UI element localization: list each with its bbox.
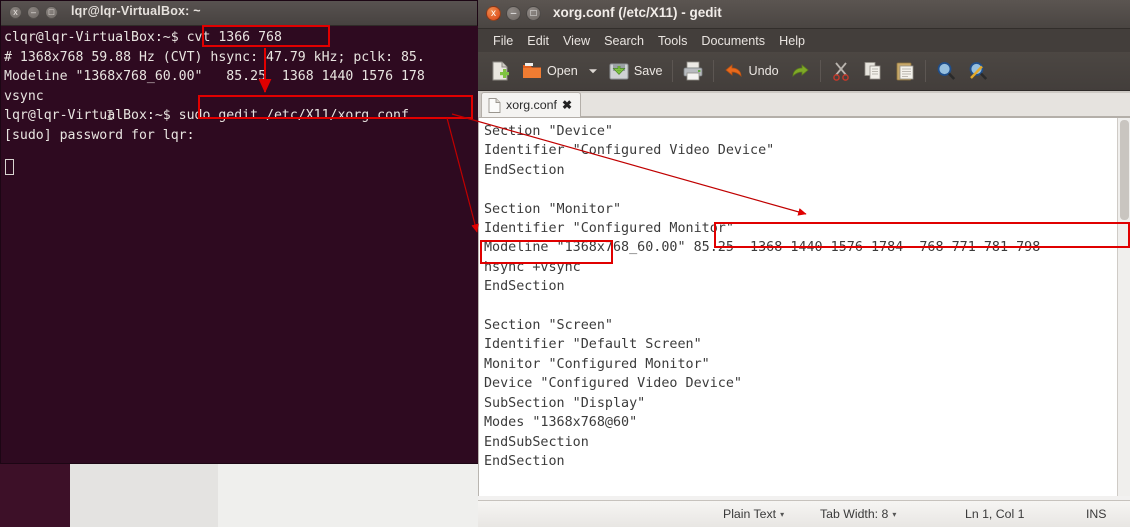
statusbar-language-label: Plain Text [723, 507, 777, 521]
save-icon [609, 63, 629, 80]
cut-icon [832, 62, 849, 81]
gedit-scrollbar-thumb[interactable] [1120, 120, 1129, 220]
undo-button-label: Undo [748, 64, 779, 78]
toolbar-separator-3 [819, 60, 821, 82]
copy-icon [864, 62, 881, 80]
terminal-titlebar[interactable]: x – □ lqr@lqr-VirtualBox: ~ [1, 1, 477, 26]
close-icon: x [491, 8, 496, 19]
replace-button[interactable] [962, 53, 994, 89]
chevron-down-icon: ▾ [892, 509, 897, 519]
gedit-minimize-button[interactable]: – [506, 6, 521, 21]
new-document-icon [492, 61, 509, 81]
gedit-maximize-button[interactable]: □ [526, 6, 541, 21]
menu-view[interactable]: View [556, 32, 597, 50]
cut-button[interactable] [825, 53, 857, 89]
terminal-output-text: clqr@lqr-VirtualBox:~$ cvt 1366 768 # 13… [4, 30, 425, 143]
save-button-label: Save [633, 64, 663, 78]
terminal-cursor [5, 159, 14, 175]
open-folder-icon [523, 63, 541, 78]
gedit-editor-area[interactable]: Section "Device" Identifier "Configured … [478, 118, 1130, 496]
maximize-icon: □ [48, 7, 55, 17]
print-button[interactable] [677, 53, 709, 89]
save-button[interactable]: Save [603, 53, 668, 89]
menu-search[interactable]: Search [597, 32, 651, 50]
statusbar-position-label: Ln 1, Col 1 [965, 507, 1025, 521]
paste-button[interactable] [889, 53, 921, 89]
statusbar-tab-width-selector[interactable]: Tab Width: 8 ▾ [820, 507, 896, 521]
menu-documents[interactable]: Documents [694, 32, 772, 50]
chevron-down-icon [588, 69, 597, 74]
undo-button[interactable]: Undo [718, 53, 784, 89]
gedit-tabbar[interactable]: xorg.conf ✖ [478, 91, 1130, 118]
toolbar-separator-4 [924, 60, 926, 82]
gedit-titlebar[interactable]: x – □ xorg.conf (/etc/X11) - gedit [478, 0, 1130, 29]
open-button-label: Open [547, 64, 578, 78]
menu-file[interactable]: File [486, 32, 520, 50]
gedit-window[interactable]: x – □ xorg.conf (/etc/X11) - gedit File … [478, 0, 1130, 527]
new-document-button[interactable] [484, 53, 516, 89]
document-icon [488, 97, 501, 113]
chevron-down-icon: ▾ [780, 509, 785, 519]
open-button[interactable]: Open [516, 53, 583, 89]
gedit-menubar[interactable]: File Edit View Search Tools Documents He… [478, 29, 1130, 52]
terminal-minimize-button[interactable]: – [27, 6, 40, 19]
statusbar-tab-width-label: Tab Width: 8 [820, 507, 889, 521]
terminal-close-button[interactable]: x [9, 6, 22, 19]
desktop-panel-left [0, 462, 70, 527]
tab-xorg-conf[interactable]: xorg.conf ✖ [481, 92, 582, 117]
statusbar-language-selector[interactable]: Plain Text ▾ [723, 507, 784, 521]
gedit-close-button[interactable]: x [486, 6, 501, 21]
desktop-panel-right [218, 462, 478, 527]
terminal-window-title: lqr@lqr-VirtualBox: ~ [71, 4, 201, 18]
minimize-icon: – [510, 8, 517, 19]
gedit-document-text: Section "Device" Identifier "Configured … [484, 124, 1057, 469]
tabbar-filler [581, 93, 1130, 117]
menu-tools[interactable]: Tools [651, 32, 694, 50]
print-icon [683, 61, 702, 81]
undo-icon [724, 64, 741, 77]
gedit-toolbar[interactable]: Open Save Undo [478, 52, 1130, 91]
copy-button[interactable] [857, 53, 889, 89]
maximize-icon: □ [530, 8, 537, 19]
replace-icon [969, 62, 987, 80]
open-dropdown-button[interactable] [583, 53, 603, 89]
close-icon: x [13, 7, 18, 17]
gedit-statusbar: Plain Text ▾ Tab Width: 8 ▾ Ln 1, Col 1 … [478, 500, 1130, 527]
statusbar-insert-label: INS [1086, 507, 1107, 521]
redo-button[interactable] [784, 53, 816, 89]
ibeam-mouse-pointer-icon: I [106, 109, 114, 124]
minimize-icon: – [30, 7, 36, 17]
tab-label: xorg.conf [506, 98, 557, 112]
find-button[interactable] [930, 53, 962, 89]
statusbar-insert-mode: INS [1086, 507, 1107, 521]
statusbar-cursor-position: Ln 1, Col 1 [965, 507, 1024, 521]
tab-close-icon[interactable]: ✖ [562, 98, 572, 112]
menu-edit[interactable]: Edit [520, 32, 556, 50]
find-icon [937, 62, 955, 80]
desktop-panel-mid [70, 462, 218, 527]
toolbar-separator-2 [712, 60, 714, 82]
menu-help[interactable]: Help [772, 32, 812, 50]
gedit-window-title: xorg.conf (/etc/X11) - gedit [553, 5, 722, 20]
terminal-maximize-button[interactable]: □ [45, 6, 58, 19]
redo-icon [792, 64, 809, 77]
terminal-body[interactable]: clqr@lqr-VirtualBox:~$ cvt 1366 768 # 13… [2, 26, 478, 463]
terminal-window[interactable]: x – □ lqr@lqr-VirtualBox: ~ clqr@lqr-Vir… [0, 0, 478, 464]
toolbar-separator-1 [671, 60, 673, 82]
paste-icon [896, 62, 914, 81]
